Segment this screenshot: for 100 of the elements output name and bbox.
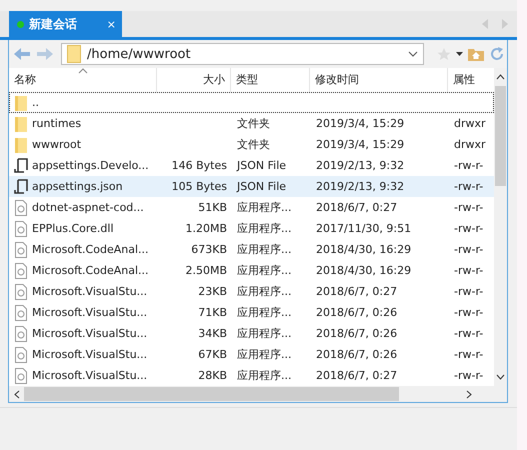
file-row[interactable]: appsettings.Develo... 146 Bytes JSON File 2019/2/13, 9:32 -rw-r- xyxy=(9,155,494,176)
file-name: Microsoft.VisualStu... xyxy=(32,327,148,340)
scroll-down-icon[interactable] xyxy=(496,374,505,380)
column-header[interactable]: 类型 xyxy=(231,68,310,92)
table-cell: -rw-r- xyxy=(454,327,484,340)
file-row[interactable]: wwwroot 文件夹 2019/3/4, 15:29 drwxr xyxy=(9,134,494,155)
file-row[interactable]: .. xyxy=(9,92,494,113)
column-header[interactable]: 名称 xyxy=(9,68,157,92)
file-name: runtimes xyxy=(32,117,82,130)
folder-icon xyxy=(13,136,29,152)
folder-icon xyxy=(13,94,29,110)
script-file-icon xyxy=(13,178,29,194)
table-cell: -rw-r- xyxy=(454,306,484,319)
table-cell: 28KB xyxy=(198,369,227,382)
table-cell: 文件夹 xyxy=(237,138,270,151)
table-cell: -rw-r- xyxy=(454,201,484,214)
table-cell: -rw-r- xyxy=(454,180,484,193)
session-tab[interactable]: 新建会话 × xyxy=(9,11,122,37)
file-row[interactable]: Microsoft.VisualStu... 23KB 应用程序... 2018/6/7, 0:27 -rw-r- xyxy=(9,281,494,302)
file-name: appsettings.Develo... xyxy=(32,159,149,172)
table-cell: 673KB xyxy=(191,243,227,256)
table-cell: -rw-r- xyxy=(454,285,484,298)
file-icon xyxy=(13,220,29,236)
caret-icon[interactable] xyxy=(456,52,463,56)
file-row[interactable]: Microsoft.CodeAnal... 2.50MB 应用程序... 2018/4/30, 16:29 -rw-r- xyxy=(9,260,494,281)
table-cell: 应用程序... xyxy=(237,243,292,256)
table-cell: 文件夹 xyxy=(237,117,270,130)
table-cell: 2018/6/7, 0:27 xyxy=(316,201,398,214)
path-field[interactable]: /home/wwwroot xyxy=(61,43,424,65)
file-row[interactable]: Microsoft.VisualStu... 67KB 应用程序... 2018/6/7, 0:26 -rw-r- xyxy=(9,344,494,365)
file-icon xyxy=(13,242,29,258)
file-name: Microsoft.VisualStu... xyxy=(32,369,148,382)
table-cell: 67KB xyxy=(198,348,227,361)
forward-arrow-icon[interactable] xyxy=(36,47,54,61)
file-row[interactable]: runtimes 文件夹 2019/3/4, 15:29 drwxr xyxy=(9,113,494,134)
table-cell: 2018/6/7, 0:26 xyxy=(316,348,398,361)
file-icon xyxy=(13,200,29,216)
table-cell: 105 Bytes xyxy=(172,180,227,193)
file-icon xyxy=(13,284,29,300)
file-name: EPPlus.Core.dll xyxy=(32,222,114,235)
table-cell: -rw-r- xyxy=(454,369,484,382)
table-cell: 应用程序... xyxy=(237,348,292,361)
table-cell: 2019/3/4, 15:29 xyxy=(316,138,404,151)
caret-icon[interactable] xyxy=(408,51,418,57)
table-cell: 应用程序... xyxy=(237,222,292,235)
file-icon xyxy=(13,368,29,384)
table-cell: 1.20MB xyxy=(185,222,227,235)
table-cell: 2017/11/30, 9:51 xyxy=(316,222,412,235)
file-name: .. xyxy=(32,96,39,109)
file-row[interactable]: EPPlus.Core.dll 1.20MB 应用程序... 2017/11/30, 9:51 -rw-r- xyxy=(9,218,494,239)
home-folder-icon[interactable] xyxy=(468,47,484,61)
folder-icon xyxy=(13,116,29,132)
table-cell: JSON File xyxy=(237,180,286,193)
table-cell: 34KB xyxy=(198,327,227,340)
table-cell: -rw-r- xyxy=(454,264,484,277)
file-row[interactable]: Microsoft.VisualStu... 34KB 应用程序... 2018/6/7, 0:26 -rw-r- xyxy=(9,323,494,344)
table-cell: drwxr xyxy=(454,117,486,130)
file-name: Microsoft.CodeAnal... xyxy=(32,264,148,277)
column-header[interactable]: 大小 xyxy=(157,68,231,92)
file-icon xyxy=(13,346,29,362)
close-icon[interactable]: × xyxy=(106,18,116,30)
table-cell: 应用程序... xyxy=(237,201,292,214)
table-cell: 2.50MB xyxy=(185,264,227,277)
table-cell: 2019/2/13, 9:32 xyxy=(316,180,404,193)
table-cell: 23KB xyxy=(198,285,227,298)
table-cell: -rw-r- xyxy=(454,222,484,235)
scroll-left-icon[interactable] xyxy=(14,390,20,398)
script-file-icon xyxy=(13,158,29,174)
file-name: Microsoft.VisualStu... xyxy=(32,285,148,298)
table-cell: 51KB xyxy=(198,201,227,214)
table-cell: 71KB xyxy=(198,306,227,319)
table-cell: 2018/4/30, 16:29 xyxy=(316,243,412,256)
file-row[interactable]: appsettings.json 105 Bytes JSON File 2019/2/13, 9:32 -rw-r- xyxy=(9,176,494,197)
refresh-icon[interactable] xyxy=(489,46,505,62)
table-cell: -rw-r- xyxy=(454,243,484,256)
folder-icon xyxy=(67,45,81,63)
table-cell: 应用程序... xyxy=(237,306,292,319)
table-cell: -rw-r- xyxy=(454,348,484,361)
scroll-right-icon[interactable] xyxy=(466,390,472,398)
file-row[interactable]: Microsoft.VisualStu... 71KB 应用程序... 2018/6/7, 0:26 -rw-r- xyxy=(9,302,494,323)
file-name: wwwroot xyxy=(32,138,82,151)
back-arrow-icon[interactable] xyxy=(13,47,31,61)
table-cell: 2018/6/7, 0:27 xyxy=(316,285,398,298)
table-cell: drwxr xyxy=(454,138,486,151)
table-cell: 应用程序... xyxy=(237,285,292,298)
horizontal-scrollbar[interactable] xyxy=(9,386,507,402)
scroll-up-icon[interactable] xyxy=(496,74,505,80)
file-row[interactable]: Microsoft.VisualStu... 28KB 应用程序... 2018/6/7, 0:27 -rw-r- xyxy=(9,365,494,386)
file-name: Microsoft.VisualStu... xyxy=(32,306,148,319)
table-cell: 应用程序... xyxy=(237,327,292,340)
table-cell: 2018/6/7, 0:27 xyxy=(316,369,398,382)
table-cell: 2019/2/13, 9:32 xyxy=(316,159,404,172)
file-name: Microsoft.CodeAnal... xyxy=(32,243,148,256)
column-header[interactable]: 修改时间 xyxy=(310,68,448,92)
table-cell: 应用程序... xyxy=(237,264,292,277)
file-row[interactable]: dotnet-aspnet-cod... 51KB 应用程序... 2018/6/7, 0:27 -rw-r- xyxy=(9,197,494,218)
table-cell: -rw-r- xyxy=(454,159,484,172)
file-row[interactable]: Microsoft.CodeAnal... 673KB 应用程序... 2018/4/30, 16:29 -rw-r- xyxy=(9,239,494,260)
table-cell: 2019/3/4, 15:29 xyxy=(316,117,404,130)
table-cell: 2018/6/7, 0:26 xyxy=(316,306,398,319)
